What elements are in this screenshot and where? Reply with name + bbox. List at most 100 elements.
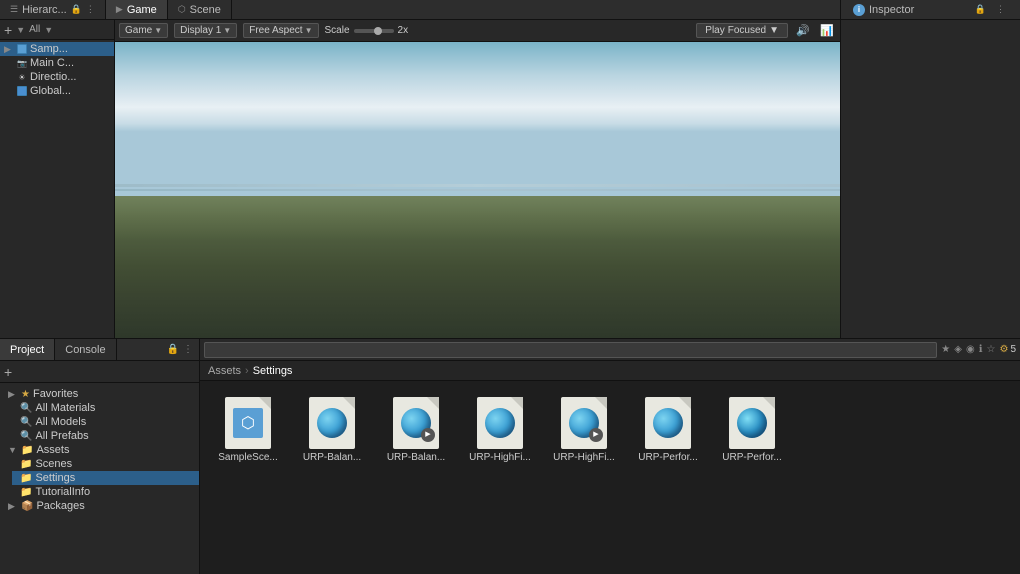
stats-icon[interactable]: 📊 bbox=[818, 22, 836, 40]
terrain-bg bbox=[115, 196, 840, 338]
viewport-toolbar: Game ▼ Display 1 ▼ Free Aspect ▼ Scale 2… bbox=[115, 20, 840, 42]
play-focused-button[interactable]: Play Focused ▼ bbox=[696, 23, 788, 38]
doc-bg bbox=[309, 397, 355, 449]
play-dropdown-arrow: ▼ bbox=[769, 25, 779, 36]
file-item-urp-highfi1[interactable]: URP-HighFi... bbox=[464, 393, 536, 468]
urp-sphere bbox=[653, 408, 683, 438]
tab-scene[interactable]: ⬡ Scene bbox=[168, 0, 232, 19]
focused-label: Focused bbox=[728, 25, 766, 36]
favorites-star-icon[interactable]: ★ bbox=[941, 344, 950, 355]
bottom-right-panel: ★ ◈ ◉ ℹ ☆ ⚙ 5 Assets › Settings bbox=[200, 339, 1020, 574]
bookmark-icon[interactable]: ☆ bbox=[987, 344, 996, 355]
sidebar-item-all-prefabs[interactable]: 🔍 All Prefabs bbox=[12, 429, 199, 443]
folder-icon: 🔍 bbox=[20, 431, 32, 442]
doc-inner bbox=[735, 406, 769, 440]
breadcrumb-settings[interactable]: Settings bbox=[253, 365, 293, 377]
filter-icon[interactable]: ◈ bbox=[954, 344, 962, 355]
light-icon: ☀ bbox=[16, 71, 28, 83]
file-name: SampleSce... bbox=[218, 452, 277, 464]
tab-project-label: Project bbox=[10, 344, 44, 356]
scale-slider[interactable] bbox=[354, 29, 394, 33]
sky-bg bbox=[115, 42, 840, 205]
tab-game[interactable]: ▶ Game bbox=[106, 0, 168, 19]
file-name: URP-Perfor... bbox=[722, 452, 781, 464]
hierarchy-all-label: All bbox=[29, 24, 40, 35]
favorites-arrow: ▶ bbox=[8, 389, 18, 400]
game-mode-button[interactable]: Game ▼ bbox=[119, 23, 168, 38]
material-icon[interactable]: ◉ bbox=[966, 344, 975, 355]
lock-icon[interactable]: 🔒 bbox=[167, 344, 179, 355]
sidebar-item-all-models[interactable]: 🔍 All Models bbox=[12, 415, 199, 429]
packages-arrow: ▶ bbox=[8, 501, 18, 512]
inspector-menu-icon[interactable]: ⋮ bbox=[993, 4, 1008, 15]
tab-console-label: Console bbox=[65, 344, 105, 356]
menu-icon[interactable]: ⋮ bbox=[183, 344, 193, 355]
file-item-urp-highfi2[interactable]: URP-HighFi... bbox=[548, 393, 620, 468]
aspect-button[interactable]: Free Aspect ▼ bbox=[243, 23, 318, 38]
file-item-urp-perfor1[interactable]: URP-Perfor... bbox=[632, 393, 704, 468]
scenes-icon: 📁 bbox=[20, 459, 32, 470]
tab-project[interactable]: Project bbox=[0, 339, 55, 360]
doc-bg bbox=[645, 397, 691, 449]
sidebar-item-tutorialinfo[interactable]: 📁 TutorialInfo bbox=[12, 485, 199, 499]
main-area: + ▼ All ▼ ▶ Samp... 📷 Main C... ☀ Direct… bbox=[0, 20, 1020, 338]
folder-icon: 🔍 bbox=[20, 417, 32, 428]
file-name: URP-Balan... bbox=[387, 452, 445, 464]
info-icon[interactable]: ℹ bbox=[979, 344, 983, 355]
hierarchy-dropdown[interactable]: ▼ bbox=[16, 25, 25, 35]
add-asset-button[interactable]: + bbox=[4, 365, 12, 379]
arrow-icon: ▶ bbox=[4, 44, 14, 55]
file-grid: ⬡ SampleSce... URP-Balan... bbox=[200, 381, 1020, 574]
file-item-urp-balance2[interactable]: URP-Balan... bbox=[380, 393, 452, 468]
hierarchy-item-samplescene[interactable]: ▶ Samp... bbox=[0, 42, 114, 56]
file-item-urp-perfor2[interactable]: URP-Perfor... bbox=[716, 393, 788, 468]
tutorial-icon: 📁 bbox=[20, 487, 32, 498]
stars-badge: ⚙ 5 bbox=[999, 344, 1016, 355]
hierarchy-icon: ☰ bbox=[10, 4, 18, 15]
display-button[interactable]: Display 1 ▼ bbox=[174, 23, 237, 38]
doc-inner bbox=[399, 406, 433, 440]
urp-sphere bbox=[485, 408, 515, 438]
game-icon: ▶ bbox=[116, 4, 123, 15]
tab-hierarchy[interactable]: ☰ Hierarc... 🔒 ⋮ bbox=[0, 0, 106, 19]
project-search-input[interactable] bbox=[204, 342, 937, 358]
urp-sphere bbox=[317, 408, 347, 438]
sidebar-item-favorites[interactable]: ▶ ★ Favorites bbox=[0, 387, 199, 401]
hierarchy-item-global[interactable]: Global... bbox=[12, 84, 114, 98]
sidebar-item-assets[interactable]: ▼ 📁 Assets bbox=[0, 443, 199, 457]
urp-highfi2-icon bbox=[558, 397, 610, 449]
sidebar-item-all-materials[interactable]: 🔍 All Materials bbox=[12, 401, 199, 415]
tab-lock-icon: 🔒 bbox=[71, 4, 82, 15]
inspector-controls: 🔒 ⋮ bbox=[972, 4, 1008, 15]
global-icon bbox=[16, 85, 28, 97]
bottom-tab-controls: 🔒 ⋮ bbox=[161, 339, 199, 360]
file-item-urp-balance1[interactable]: URP-Balan... bbox=[296, 393, 368, 468]
tab-console[interactable]: Console bbox=[55, 339, 116, 360]
file-item-samplescene[interactable]: ⬡ SampleSce... bbox=[212, 393, 284, 468]
inspector-info-icon: i bbox=[853, 4, 865, 16]
breadcrumb-assets[interactable]: Assets bbox=[208, 365, 241, 377]
game-dropdown-arrow: ▼ bbox=[154, 26, 162, 35]
aspect-label: Free Aspect bbox=[249, 25, 302, 36]
sidebar-item-scenes[interactable]: 📁 Scenes bbox=[12, 457, 199, 471]
doc-inner bbox=[315, 406, 349, 440]
hierarchy-content: ▶ Samp... 📷 Main C... ☀ Directio... Glob… bbox=[0, 40, 114, 338]
hierarchy-add-button[interactable]: + bbox=[4, 23, 12, 37]
camera-icon: 📷 bbox=[16, 57, 28, 69]
tab-menu-icon: ⋮ bbox=[86, 4, 95, 15]
hierarchy-item-directional[interactable]: ☀ Directio... bbox=[12, 70, 114, 84]
display-dropdown-arrow: ▼ bbox=[223, 26, 231, 35]
mute-icon[interactable]: 🔊 bbox=[794, 22, 812, 40]
urp-perfor1-icon bbox=[642, 397, 694, 449]
hierarchy-all-dropdown[interactable]: ▼ bbox=[44, 25, 53, 35]
top-tab-bar: ☰ Hierarc... 🔒 ⋮ ▶ Game ⬡ Scene i Inspec… bbox=[0, 0, 1020, 20]
breadcrumb: Assets › Settings bbox=[200, 361, 1020, 381]
urp-balance2-icon bbox=[390, 397, 442, 449]
breadcrumb-separator: › bbox=[245, 365, 249, 377]
inspector-lock-icon[interactable]: 🔒 bbox=[972, 4, 989, 15]
hierarchy-item-maincamera[interactable]: 📷 Main C... bbox=[12, 56, 114, 70]
cube-icon bbox=[16, 43, 28, 55]
sidebar-item-packages[interactable]: ▶ 📦 Packages bbox=[0, 499, 199, 513]
assets-arrow: ▼ bbox=[8, 445, 18, 455]
sidebar-item-settings[interactable]: 📁 Settings bbox=[12, 471, 199, 485]
